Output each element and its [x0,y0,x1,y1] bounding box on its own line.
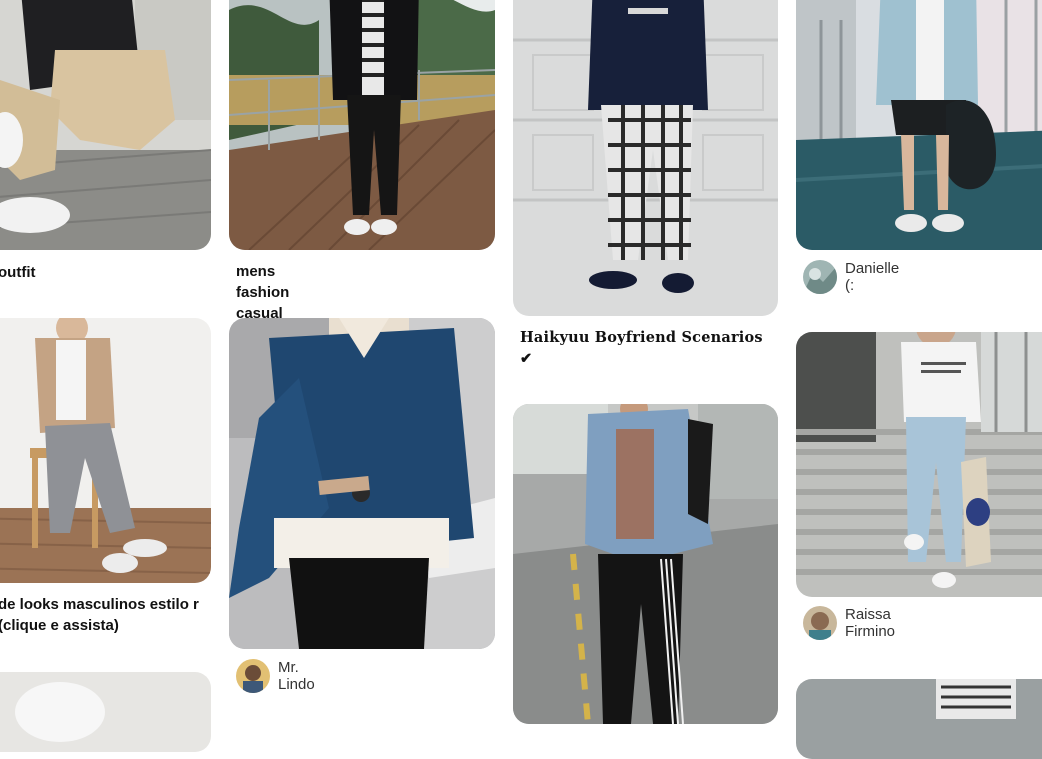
pin-image[interactable] [513,0,778,316]
pin-image[interactable] [0,318,211,583]
pin-image[interactable] [229,0,495,250]
pin-image[interactable] [796,679,1042,759]
author-name[interactable]: Mr. Lindo [278,659,315,693]
pin-title[interactable]: outfit [0,262,35,283]
author-name[interactable]: Danielle (: [845,260,899,294]
avatar[interactable] [803,606,837,640]
author-name[interactable]: Raissa Firmino [845,606,895,640]
pin-image[interactable] [0,0,211,250]
pin-image[interactable] [796,332,1042,597]
pin-author[interactable]: Danielle (: [803,260,899,294]
avatar[interactable] [236,659,270,693]
pin-image[interactable] [0,672,211,752]
pin-author[interactable]: Mr. Lindo [236,659,315,693]
pin-image[interactable] [229,318,495,649]
avatar[interactable] [803,260,837,294]
pin-image[interactable] [796,0,1042,250]
pin-author[interactable]: Raissa Firmino [803,606,895,640]
pin-image[interactable] [513,404,778,724]
pin-title[interactable]: Haikyuu Boyfriend Scenarios ✔ [520,327,775,369]
pin-title[interactable]: de looks masculinos estilo r (clique e a… [0,594,203,636]
